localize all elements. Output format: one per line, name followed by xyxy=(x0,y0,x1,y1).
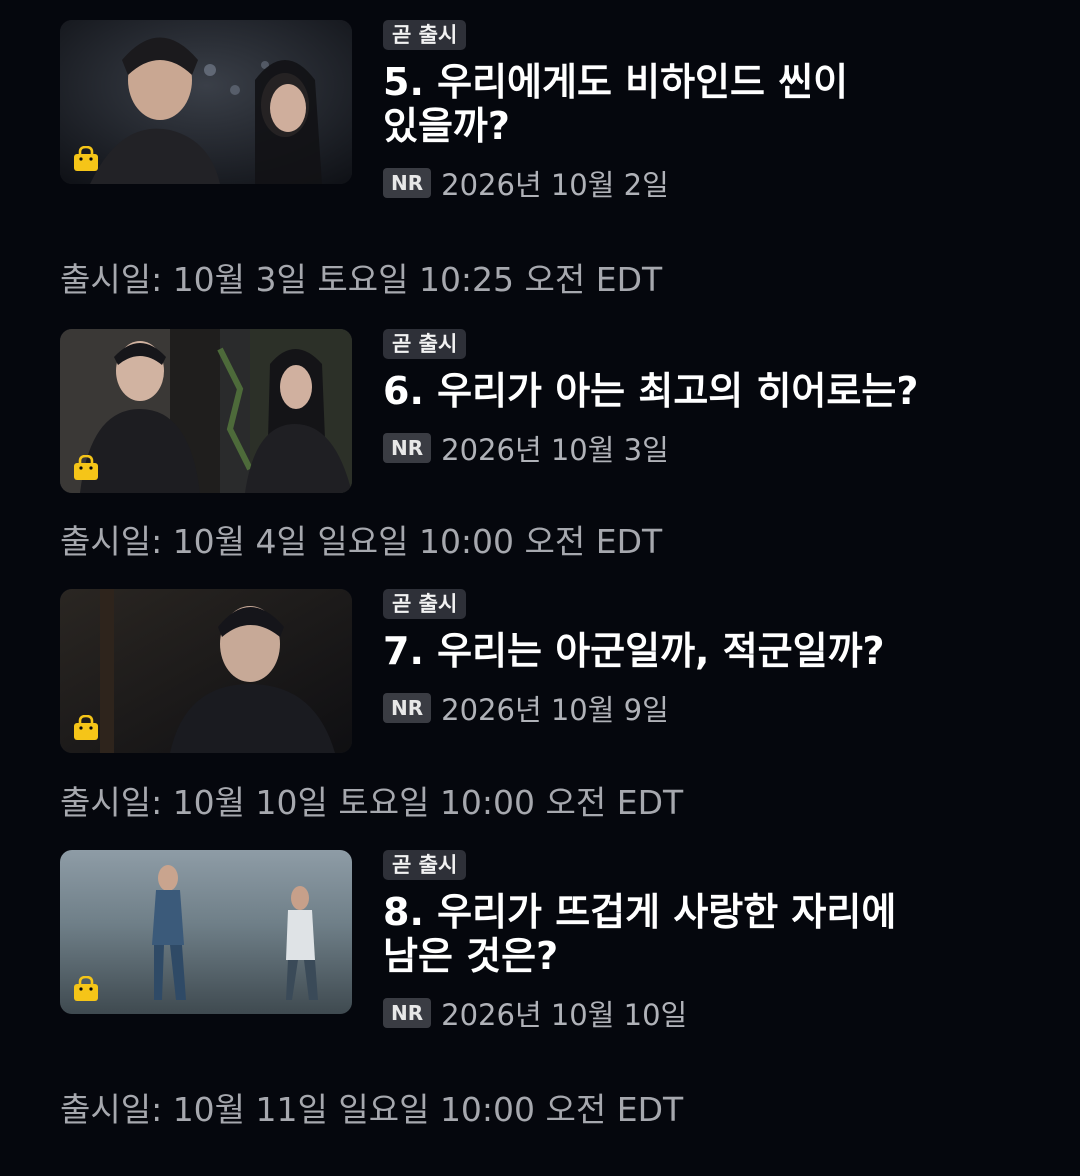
coming-soon-badge: 곧 출시 xyxy=(383,329,467,359)
episode-thumbnail[interactable] xyxy=(60,589,352,753)
coming-soon-badge: 곧 출시 xyxy=(383,20,467,50)
shopping-bag-icon xyxy=(74,715,98,740)
air-date: 2026년 10월 2일 xyxy=(441,168,669,202)
episode-title[interactable]: 6. 우리가 아는 최고의 히어로는? xyxy=(383,369,973,413)
episode-title[interactable]: 8. 우리가 뜨겁게 사랑한 자리에 남은 것은? xyxy=(383,890,973,978)
air-date: 2026년 10월 9일 xyxy=(441,693,669,727)
shopping-bag-icon xyxy=(74,455,98,480)
episode-thumbnail[interactable] xyxy=(60,20,352,184)
episode-thumbnail[interactable] xyxy=(60,850,352,1014)
air-date: 2026년 10월 3일 xyxy=(441,433,669,467)
shopping-bag-icon xyxy=(74,146,98,171)
shopping-bag-icon xyxy=(74,976,98,1001)
rating-badge: NR xyxy=(383,433,432,463)
release-info: 출시일: 10월 3일 토요일 10:25 오전 EDT xyxy=(60,260,663,299)
rating-badge: NR xyxy=(383,693,432,723)
rating-badge: NR xyxy=(383,998,432,1028)
air-date: 2026년 10월 10일 xyxy=(441,998,688,1032)
release-info: 출시일: 10월 4일 일요일 10:00 오전 EDT xyxy=(60,522,663,561)
episode-thumbnail[interactable] xyxy=(60,329,352,493)
release-info: 출시일: 10월 11일 일요일 10:00 오전 EDT xyxy=(60,1090,684,1129)
release-info: 출시일: 10월 10일 토요일 10:00 오전 EDT xyxy=(60,783,684,822)
coming-soon-badge: 곧 출시 xyxy=(383,850,467,880)
rating-badge: NR xyxy=(383,168,432,198)
episode-title[interactable]: 7. 우리는 아군일까, 적군일까? xyxy=(383,629,973,673)
coming-soon-badge: 곧 출시 xyxy=(383,589,467,619)
episode-title[interactable]: 5. 우리에게도 비하인드 씬이 있을까? xyxy=(383,60,973,148)
